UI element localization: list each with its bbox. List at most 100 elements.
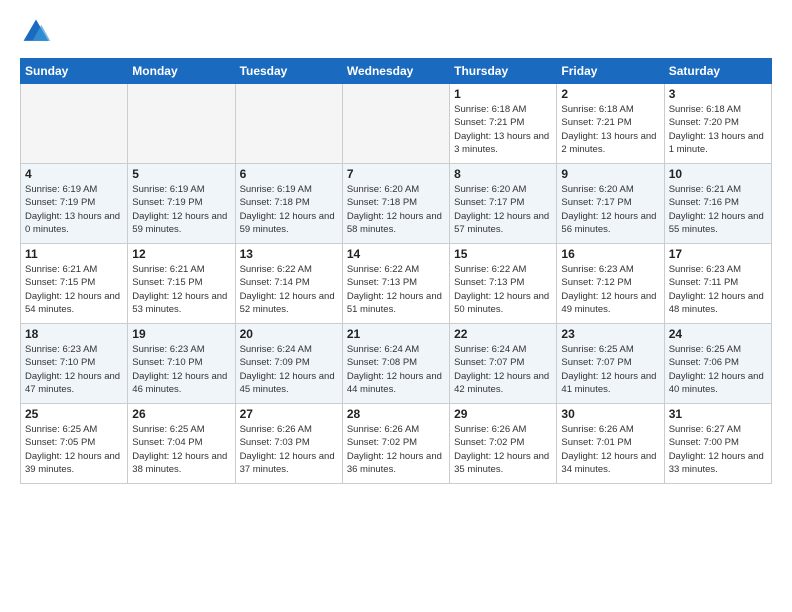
calendar-cell: 23 Sunrise: 6:25 AMSunset: 7:07 PMDayligh… bbox=[557, 324, 664, 404]
calendar-cell bbox=[21, 84, 128, 164]
day-info: Sunrise: 6:19 AMSunset: 7:19 PMDaylight:… bbox=[132, 183, 230, 236]
day-info: Sunrise: 6:26 AMSunset: 7:01 PMDaylight:… bbox=[561, 423, 659, 476]
day-number: 25 bbox=[25, 407, 123, 421]
day-number: 14 bbox=[347, 247, 445, 261]
day-info: Sunrise: 6:21 AMSunset: 7:15 PMDaylight:… bbox=[132, 263, 230, 316]
calendar-cell: 26Sunrise: 6:25 AMSunset: 7:04 PMDayligh… bbox=[128, 404, 235, 484]
calendar-cell: 24 Sunrise: 6:25 AMSunset: 7:06 PMDayligh… bbox=[664, 324, 771, 404]
calendar-header-wednesday: Wednesday bbox=[342, 59, 449, 84]
day-number: 6 bbox=[240, 167, 338, 181]
calendar-cell: 1 Sunrise: 6:18 AMSunset: 7:21 PMDaylight… bbox=[450, 84, 557, 164]
calendar-cell: 8 Sunrise: 6:20 AMSunset: 7:17 PMDaylight… bbox=[450, 164, 557, 244]
day-number: 31 bbox=[669, 407, 767, 421]
day-info: Sunrise: 6:23 AMSunset: 7:12 PMDaylight:… bbox=[561, 263, 659, 316]
calendar-week-2: 4 Sunrise: 6:19 AMSunset: 7:19 PMDaylight… bbox=[21, 164, 772, 244]
calendar-cell: 31 Sunrise: 6:27 AMSunset: 7:00 PMDayligh… bbox=[664, 404, 771, 484]
day-number: 9 bbox=[561, 167, 659, 181]
calendar-cell: 6 Sunrise: 6:19 AMSunset: 7:18 PMDaylight… bbox=[235, 164, 342, 244]
day-number: 17 bbox=[669, 247, 767, 261]
day-info: Sunrise: 6:26 AMSunset: 7:03 PMDaylight:… bbox=[240, 423, 338, 476]
day-info: Sunrise: 6:26 AMSunset: 7:02 PMDaylight:… bbox=[347, 423, 445, 476]
day-number: 29 bbox=[454, 407, 552, 421]
day-info: Sunrise: 6:20 AMSunset: 7:17 PMDaylight:… bbox=[454, 183, 552, 236]
day-number: 8 bbox=[454, 167, 552, 181]
calendar-cell: 18 Sunrise: 6:23 AMSunset: 7:10 PMDayligh… bbox=[21, 324, 128, 404]
day-info: Sunrise: 6:18 AMSunset: 7:20 PMDaylight:… bbox=[669, 103, 767, 156]
day-info: Sunrise: 6:19 AMSunset: 7:19 PMDaylight:… bbox=[25, 183, 123, 236]
calendar-week-5: 25 Sunrise: 6:25 AMSunset: 7:05 PMDayligh… bbox=[21, 404, 772, 484]
day-number: 3 bbox=[669, 87, 767, 101]
day-number: 2 bbox=[561, 87, 659, 101]
day-info: Sunrise: 6:20 AMSunset: 7:17 PMDaylight:… bbox=[561, 183, 659, 236]
header bbox=[20, 16, 772, 48]
calendar-header-friday: Friday bbox=[557, 59, 664, 84]
day-info: Sunrise: 6:24 AMSunset: 7:08 PMDaylight:… bbox=[347, 343, 445, 396]
day-number: 26 bbox=[132, 407, 230, 421]
day-number: 22 bbox=[454, 327, 552, 341]
calendar-cell: 22 Sunrise: 6:24 AMSunset: 7:07 PMDayligh… bbox=[450, 324, 557, 404]
calendar-cell: 25 Sunrise: 6:25 AMSunset: 7:05 PMDayligh… bbox=[21, 404, 128, 484]
day-info: Sunrise: 6:23 AMSunset: 7:10 PMDaylight:… bbox=[25, 343, 123, 396]
calendar-cell bbox=[128, 84, 235, 164]
day-info: Sunrise: 6:24 AMSunset: 7:07 PMDaylight:… bbox=[454, 343, 552, 396]
calendar-week-4: 18 Sunrise: 6:23 AMSunset: 7:10 PMDayligh… bbox=[21, 324, 772, 404]
day-info: Sunrise: 6:23 AMSunset: 7:11 PMDaylight:… bbox=[669, 263, 767, 316]
day-info: Sunrise: 6:25 AMSunset: 7:05 PMDaylight:… bbox=[25, 423, 123, 476]
day-info: Sunrise: 6:22 AMSunset: 7:13 PMDaylight:… bbox=[454, 263, 552, 316]
calendar-cell: 7Sunrise: 6:20 AMSunset: 7:18 PMDaylight… bbox=[342, 164, 449, 244]
day-number: 30 bbox=[561, 407, 659, 421]
calendar-cell: 14 Sunrise: 6:22 AMSunset: 7:13 PMDayligh… bbox=[342, 244, 449, 324]
calendar-cell: 3 Sunrise: 6:18 AMSunset: 7:20 PMDaylight… bbox=[664, 84, 771, 164]
calendar-cell: 19 Sunrise: 6:23 AMSunset: 7:10 PMDayligh… bbox=[128, 324, 235, 404]
calendar-cell: 27 Sunrise: 6:26 AMSunset: 7:03 PMDayligh… bbox=[235, 404, 342, 484]
calendar-cell: 9 Sunrise: 6:20 AMSunset: 7:17 PMDaylight… bbox=[557, 164, 664, 244]
day-number: 21 bbox=[347, 327, 445, 341]
day-info: Sunrise: 6:25 AMSunset: 7:07 PMDaylight:… bbox=[561, 343, 659, 396]
calendar-cell: 13Sunrise: 6:22 AMSunset: 7:14 PMDayligh… bbox=[235, 244, 342, 324]
day-info: Sunrise: 6:21 AMSunset: 7:15 PMDaylight:… bbox=[25, 263, 123, 316]
day-number: 11 bbox=[25, 247, 123, 261]
calendar-week-1: 1 Sunrise: 6:18 AMSunset: 7:21 PMDaylight… bbox=[21, 84, 772, 164]
calendar-header-row: SundayMondayTuesdayWednesdayThursdayFrid… bbox=[21, 59, 772, 84]
day-info: Sunrise: 6:22 AMSunset: 7:14 PMDaylight:… bbox=[240, 263, 338, 316]
calendar-cell: 15 Sunrise: 6:22 AMSunset: 7:13 PMDayligh… bbox=[450, 244, 557, 324]
calendar-header-monday: Monday bbox=[128, 59, 235, 84]
calendar-cell: 17 Sunrise: 6:23 AMSunset: 7:11 PMDayligh… bbox=[664, 244, 771, 324]
day-number: 16 bbox=[561, 247, 659, 261]
day-info: Sunrise: 6:18 AMSunset: 7:21 PMDaylight:… bbox=[454, 103, 552, 156]
calendar-cell: 11 Sunrise: 6:21 AMSunset: 7:15 PMDayligh… bbox=[21, 244, 128, 324]
day-number: 1 bbox=[454, 87, 552, 101]
day-info: Sunrise: 6:18 AMSunset: 7:21 PMDaylight:… bbox=[561, 103, 659, 156]
day-info: Sunrise: 6:21 AMSunset: 7:16 PMDaylight:… bbox=[669, 183, 767, 236]
calendar-cell: 4 Sunrise: 6:19 AMSunset: 7:19 PMDaylight… bbox=[21, 164, 128, 244]
day-number: 4 bbox=[25, 167, 123, 181]
day-info: Sunrise: 6:26 AMSunset: 7:02 PMDaylight:… bbox=[454, 423, 552, 476]
calendar-cell bbox=[235, 84, 342, 164]
calendar-table: SundayMondayTuesdayWednesdayThursdayFrid… bbox=[20, 58, 772, 484]
day-number: 23 bbox=[561, 327, 659, 341]
calendar-header-sunday: Sunday bbox=[21, 59, 128, 84]
day-info: Sunrise: 6:24 AMSunset: 7:09 PMDaylight:… bbox=[240, 343, 338, 396]
day-info: Sunrise: 6:25 AMSunset: 7:06 PMDaylight:… bbox=[669, 343, 767, 396]
day-number: 5 bbox=[132, 167, 230, 181]
day-info: Sunrise: 6:20 AMSunset: 7:18 PMDaylight:… bbox=[347, 183, 445, 236]
day-info: Sunrise: 6:23 AMSunset: 7:10 PMDaylight:… bbox=[132, 343, 230, 396]
calendar-cell: 20Sunrise: 6:24 AMSunset: 7:09 PMDayligh… bbox=[235, 324, 342, 404]
calendar-cell: 16 Sunrise: 6:23 AMSunset: 7:12 PMDayligh… bbox=[557, 244, 664, 324]
day-info: Sunrise: 6:19 AMSunset: 7:18 PMDaylight:… bbox=[240, 183, 338, 236]
day-info: Sunrise: 6:27 AMSunset: 7:00 PMDaylight:… bbox=[669, 423, 767, 476]
calendar-cell: 12 Sunrise: 6:21 AMSunset: 7:15 PMDayligh… bbox=[128, 244, 235, 324]
day-number: 12 bbox=[132, 247, 230, 261]
calendar-header-tuesday: Tuesday bbox=[235, 59, 342, 84]
day-number: 15 bbox=[454, 247, 552, 261]
calendar-header-thursday: Thursday bbox=[450, 59, 557, 84]
day-number: 24 bbox=[669, 327, 767, 341]
calendar-cell: 5 Sunrise: 6:19 AMSunset: 7:19 PMDaylight… bbox=[128, 164, 235, 244]
calendar-week-3: 11 Sunrise: 6:21 AMSunset: 7:15 PMDayligh… bbox=[21, 244, 772, 324]
day-number: 27 bbox=[240, 407, 338, 421]
day-number: 19 bbox=[132, 327, 230, 341]
day-info: Sunrise: 6:22 AMSunset: 7:13 PMDaylight:… bbox=[347, 263, 445, 316]
calendar-cell: 28Sunrise: 6:26 AMSunset: 7:02 PMDayligh… bbox=[342, 404, 449, 484]
calendar-cell bbox=[342, 84, 449, 164]
day-number: 18 bbox=[25, 327, 123, 341]
